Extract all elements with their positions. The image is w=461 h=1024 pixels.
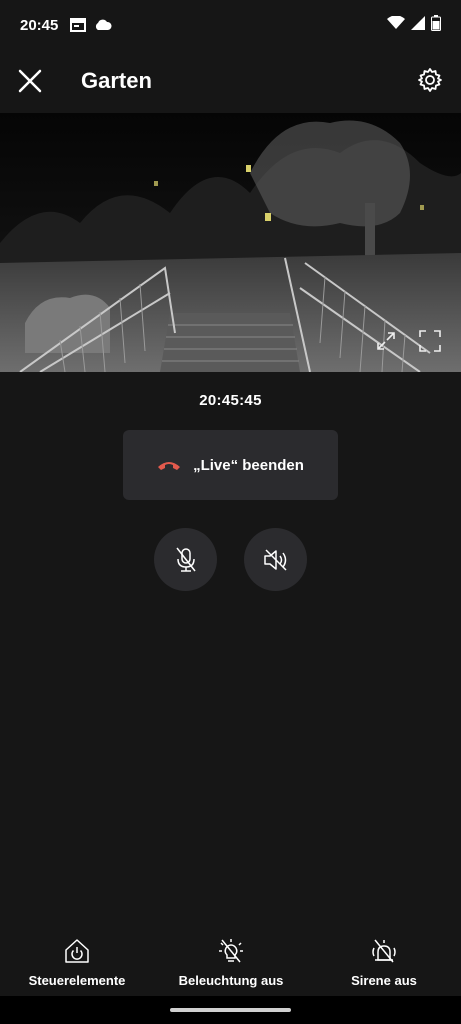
close-icon (18, 69, 42, 93)
controls-button[interactable]: Steuerelemente (2, 925, 152, 988)
bottom-action-bar: Steuerelemente Beleuchtung aus Sirene au… (0, 925, 461, 995)
light-off-icon (218, 933, 244, 969)
cloud-icon (94, 19, 112, 31)
camera-live-view[interactable] (0, 113, 461, 372)
speaker-toggle-button[interactable] (244, 528, 307, 591)
gear-icon (418, 68, 442, 92)
end-live-label: „Live“ beenden (193, 456, 304, 474)
settings-button[interactable] (417, 67, 443, 93)
siren-off-label: Sirene aus (351, 973, 417, 988)
battery-icon (431, 15, 441, 35)
end-live-button[interactable]: „Live“ beenden (123, 430, 338, 500)
mic-toggle-button[interactable] (154, 528, 217, 591)
lights-off-button[interactable]: Beleuchtung aus (156, 925, 306, 988)
wifi-icon (387, 15, 405, 34)
lights-off-label: Beleuchtung aus (178, 973, 284, 988)
home-power-icon (64, 933, 90, 969)
home-gesture-handle[interactable] (170, 1008, 291, 1012)
signal-icon (411, 16, 425, 34)
status-time: 20:45 (20, 16, 59, 34)
status-bar: 20:45 (0, 0, 461, 50)
calendar-icon (70, 18, 87, 32)
page-title: Garten (81, 68, 152, 93)
live-timestamp: 20:45:45 (199, 392, 262, 409)
close-button[interactable] (16, 67, 44, 95)
expand-icon[interactable] (376, 331, 396, 351)
controls-label: Steuerelemente (28, 973, 126, 988)
siren-off-button[interactable]: Sirene aus (309, 925, 459, 988)
siren-off-icon (371, 933, 397, 969)
hang-up-icon (158, 462, 181, 470)
app-bar: Garten (0, 50, 461, 112)
mic-muted-icon (175, 547, 196, 572)
fullscreen-icon[interactable] (419, 330, 441, 352)
speaker-muted-icon (263, 548, 287, 571)
